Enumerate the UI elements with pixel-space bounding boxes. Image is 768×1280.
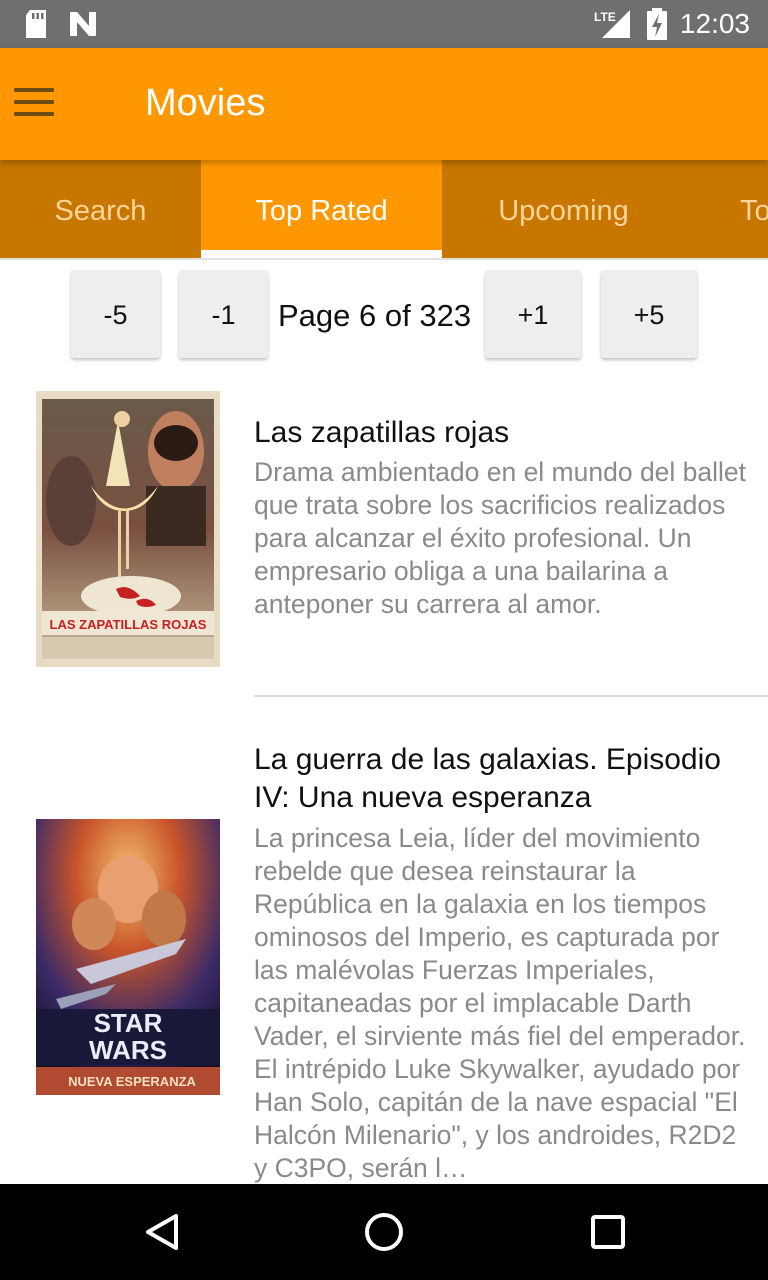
sd-card-icon bbox=[26, 10, 46, 38]
tab-divider bbox=[0, 258, 768, 260]
app-bar: Movies bbox=[0, 48, 768, 160]
movie-list-item[interactable]: LAS ZAPATILLAS ROJAS Las zapatillas roja… bbox=[0, 390, 768, 700]
triangle-back-icon[interactable] bbox=[138, 1208, 186, 1256]
tab-bar: Search Top Rated Upcoming To bbox=[0, 160, 768, 258]
movie-poster: STAR WARS NUEVA ESPERANZA bbox=[36, 819, 220, 1095]
battery-charging-icon bbox=[647, 8, 667, 40]
status-bar: LTE 12:03 bbox=[0, 0, 768, 48]
tab-search[interactable]: Search bbox=[0, 160, 201, 258]
app-title: Movies bbox=[145, 82, 266, 124]
page-plus-5-button[interactable]: +5 bbox=[601, 270, 697, 358]
page-minus-1-button[interactable]: -1 bbox=[179, 270, 268, 358]
movie-list-item[interactable]: STAR WARS NUEVA ESPERANZA La guerra de l… bbox=[0, 740, 768, 1184]
tab-partial[interactable]: To bbox=[726, 160, 768, 258]
movie-poster: LAS ZAPATILLAS ROJAS bbox=[36, 391, 220, 667]
list-divider bbox=[254, 695, 768, 697]
page-plus-1-button[interactable]: +1 bbox=[485, 270, 581, 358]
lte-signal-icon: LTE bbox=[594, 10, 630, 38]
tab-upcoming[interactable]: Upcoming bbox=[442, 160, 685, 258]
pager: -5 -1 Page 6 of 323 +1 +5 bbox=[0, 268, 768, 360]
tab-top-rated[interactable]: Top Rated bbox=[201, 160, 442, 258]
movie-title: Las zapatillas rojas bbox=[254, 416, 510, 449]
poster-caption: LAS ZAPATILLAS ROJAS bbox=[50, 617, 207, 632]
svg-text:LTE: LTE bbox=[594, 10, 616, 24]
poster-caption-wars: WARS bbox=[89, 1035, 167, 1065]
movie-title: La guerra de las galaxias. Episodio IV: … bbox=[254, 743, 721, 814]
status-time: 12:03 bbox=[679, 8, 750, 39]
hamburger-menu-icon[interactable] bbox=[14, 88, 54, 120]
circle-home-icon[interactable] bbox=[360, 1208, 408, 1256]
poster-caption-star: STAR bbox=[94, 1008, 163, 1038]
poster-caption-subtitle: NUEVA ESPERANZA bbox=[68, 1074, 196, 1089]
square-recents-icon[interactable] bbox=[584, 1208, 632, 1256]
movie-description: Drama ambientado en el mundo del ballet … bbox=[254, 457, 747, 619]
movie-description: La princesa Leia, líder del movimiento r… bbox=[254, 823, 746, 1183]
page-minus-5-button[interactable]: -5 bbox=[71, 270, 160, 358]
notification-n-icon bbox=[70, 12, 96, 36]
system-navigation-bar bbox=[0, 1184, 768, 1280]
page-indicator: Page 6 of 323 bbox=[278, 298, 472, 333]
